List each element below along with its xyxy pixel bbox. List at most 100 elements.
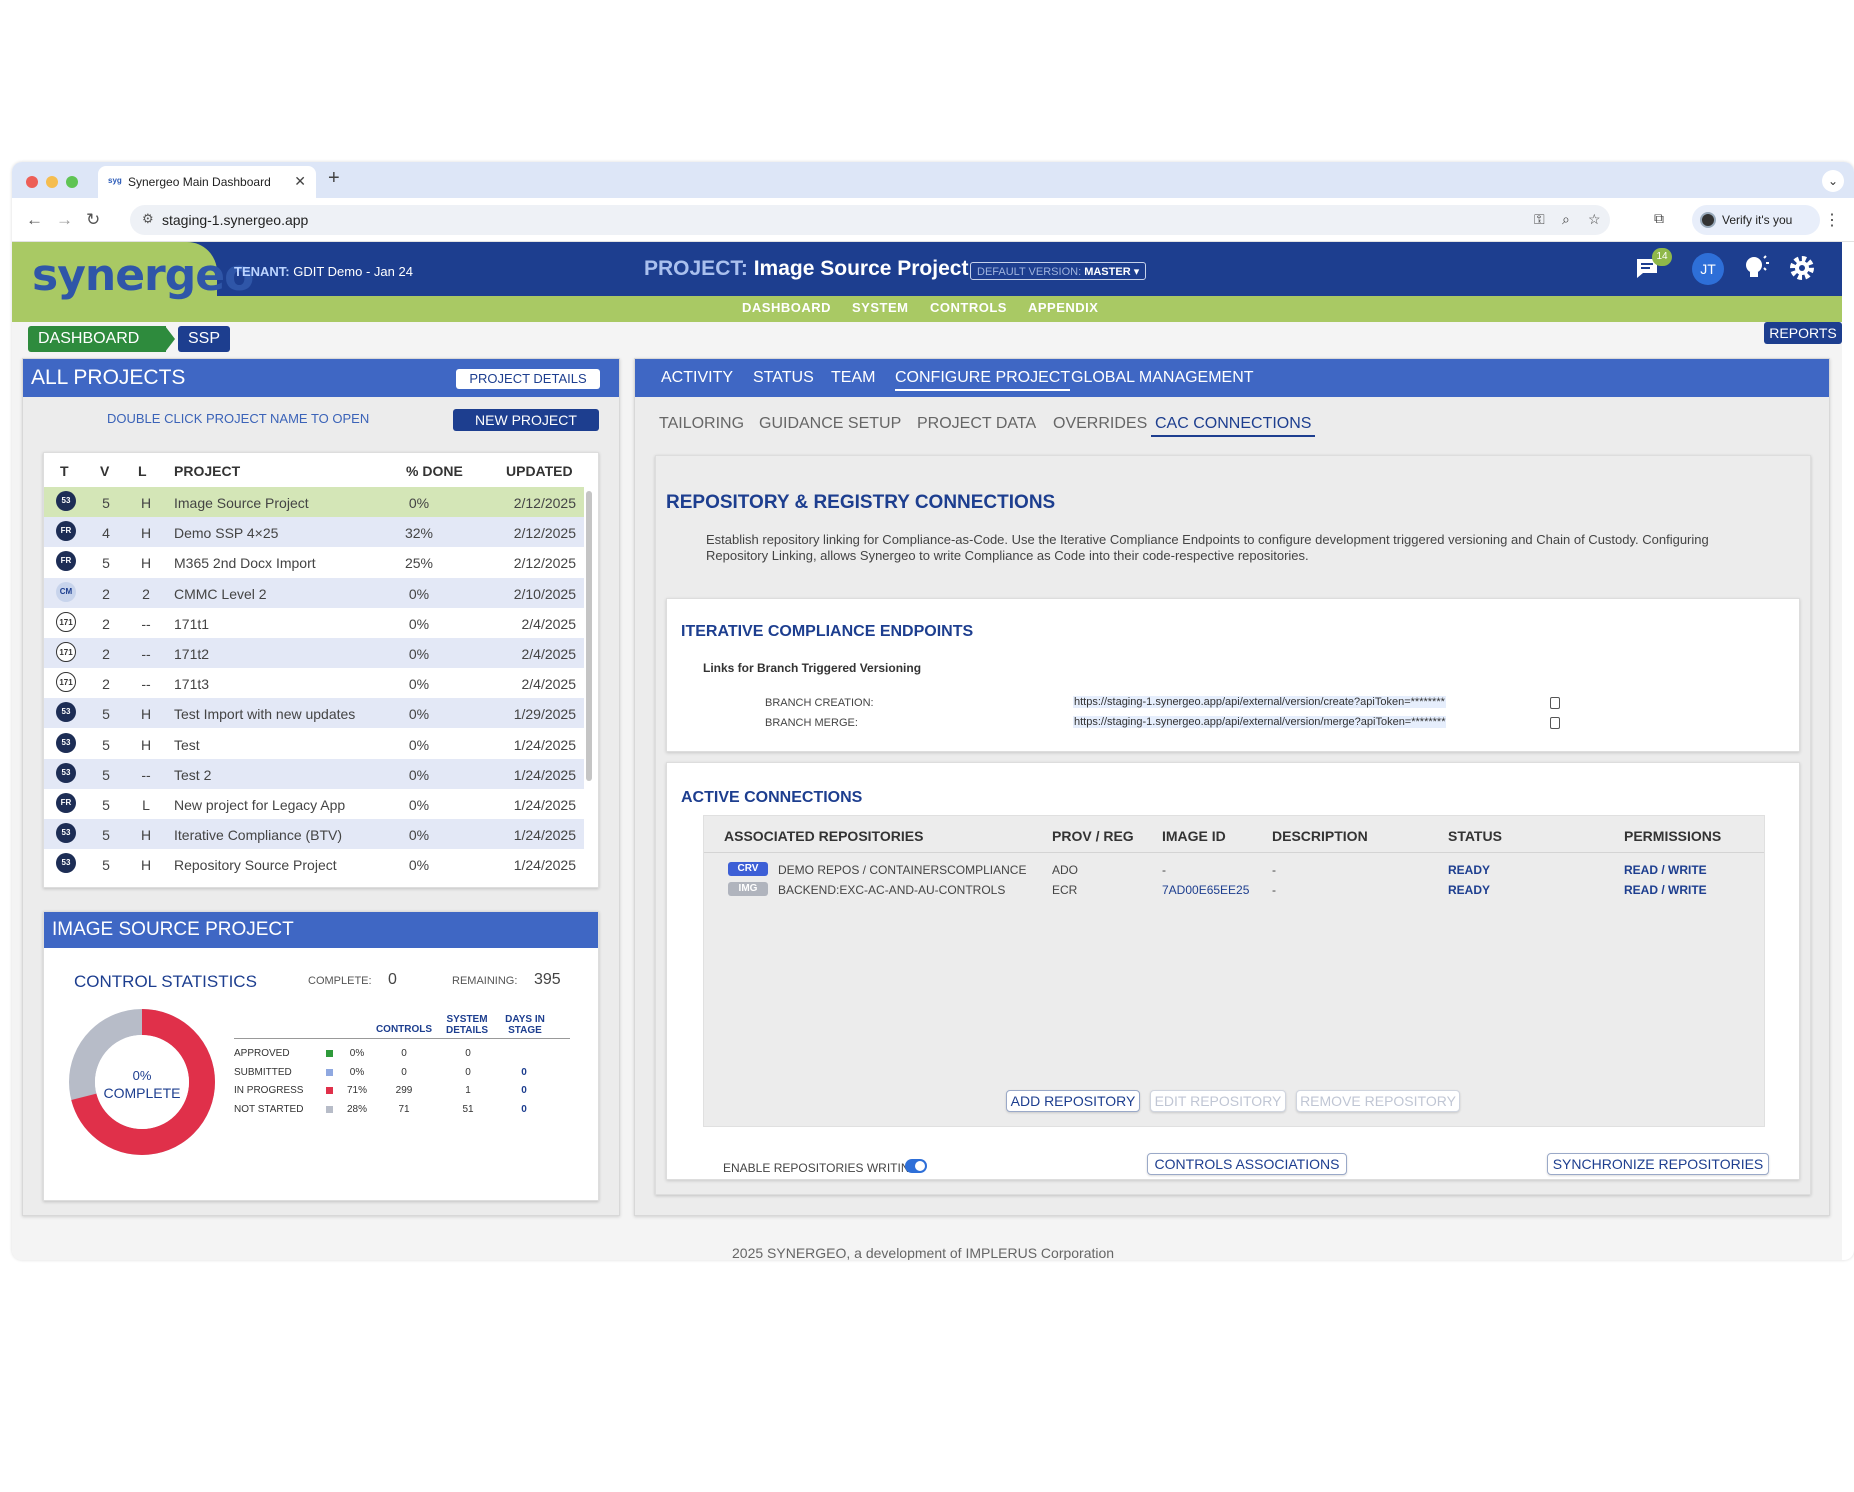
project-row[interactable]: 53 5 -- Test 2 0% 1/24/2025	[44, 758, 584, 789]
col-done[interactable]: % DONE	[406, 463, 463, 479]
synchronize-repositories-button[interactable]: SYNCHRONIZE REPOSITORIES	[1547, 1153, 1769, 1175]
branch-creation-url[interactable]: https://staging-1.synergeo.app/api/exter…	[1073, 696, 1446, 708]
project-row[interactable]: 53 5 H Test 0% 1/24/2025	[44, 728, 584, 759]
breadcrumb-ssp[interactable]: SSP	[178, 326, 230, 352]
forward-icon[interactable]: →	[56, 210, 73, 230]
nav-dashboard[interactable]: DASHBOARD	[742, 300, 831, 315]
profile-verify-button[interactable]: Verify it's you	[1692, 205, 1820, 235]
version-select[interactable]: DEFAULT VERSION: MASTER ▾	[970, 262, 1147, 280]
project-name-cell[interactable]: Demo SSP 4×25	[174, 525, 278, 541]
minimize-window-icon[interactable]	[46, 176, 58, 188]
password-key-icon[interactable]: ⚿	[1534, 211, 1545, 228]
address-bar[interactable]: ⚙ staging-1.synergeo.app ⚿ ⌕ ☆	[130, 205, 1610, 235]
col-project[interactable]: PROJECT	[174, 463, 240, 479]
project-row[interactable]: 171 2 -- 171t3 0% 2/4/2025	[44, 668, 584, 699]
project-name-cell[interactable]: 171t3	[174, 676, 209, 692]
version-cell: 2	[102, 676, 110, 693]
project-row[interactable]: 53 5 H Repository Source Project 0% 1/24/2025	[44, 849, 584, 880]
col-status[interactable]: STATUS	[1448, 828, 1502, 844]
legend-system: 0	[465, 1048, 471, 1059]
project-row[interactable]: 53 5 H Test Import with new updates 0% 1/29/2…	[44, 698, 584, 729]
project-name-cell[interactable]: Test Import with new updates	[174, 706, 355, 722]
project-name-cell[interactable]: CMMC Level 2	[174, 586, 267, 602]
col-v[interactable]: V	[100, 463, 109, 479]
site-info-icon[interactable]: ⚙	[142, 211, 154, 227]
version-cell: 5	[102, 495, 110, 511]
close-tab-icon[interactable]: ✕	[294, 173, 306, 190]
project-name-cell[interactable]: Test	[174, 737, 200, 753]
controls-associations-button[interactable]: CONTROLS ASSOCIATIONS	[1147, 1153, 1347, 1175]
zoom-icon[interactable]: ⌕	[1562, 211, 1570, 228]
nav-appendix[interactable]: APPENDIX	[1028, 300, 1098, 315]
browser-menu-icon[interactable]: ⋮	[1824, 210, 1840, 230]
bookmark-star-icon[interactable]: ☆	[1588, 211, 1601, 228]
col-description[interactable]: DESCRIPTION	[1272, 828, 1368, 844]
project-row[interactable]: CM 2 2 CMMC Level 2 0% 2/10/2025	[44, 577, 584, 608]
settings-gear-icon[interactable]	[1788, 254, 1816, 289]
project-name-cell[interactable]: Test 2	[174, 767, 211, 783]
percent-done-cell: 0%	[408, 706, 430, 723]
breadcrumb-dashboard[interactable]: DASHBOARD	[28, 326, 166, 352]
subtab-overrides[interactable]: OVERRIDES	[1053, 415, 1147, 433]
project-name-cell[interactable]: 171t1	[174, 616, 209, 632]
col-permissions[interactable]: PERMISSIONS	[1624, 828, 1721, 844]
caret-down-icon: ▾	[1133, 266, 1140, 278]
project-row[interactable]: 53 5 H Image Source Project 0% 2/12/2025	[44, 487, 584, 517]
synergeo-logo[interactable]: synergeo	[32, 250, 254, 301]
project-row[interactable]: 171 2 -- 171t1 0% 2/4/2025	[44, 607, 584, 638]
copy-merge-url-icon[interactable]	[1550, 717, 1560, 729]
nav-system[interactable]: SYSTEM	[852, 300, 908, 315]
project-row[interactable]: 171 2 -- 171t2 0% 2/4/2025	[44, 638, 584, 668]
close-window-icon[interactable]	[26, 176, 38, 188]
toggle-knob	[915, 1161, 925, 1171]
project-name-cell[interactable]: M365 2nd Docx Import	[174, 555, 316, 571]
col-t[interactable]: T	[60, 463, 69, 479]
reload-icon[interactable]: ↻	[86, 210, 100, 230]
extensions-icon[interactable]: ⧉	[1654, 210, 1664, 227]
table-scrollbar[interactable]	[586, 491, 592, 781]
remove-repository-button[interactable]: REMOVE REPOSITORY	[1296, 1090, 1460, 1112]
project-row[interactable]: FR 4 H Demo SSP 4×25 32% 2/12/2025	[44, 517, 584, 548]
copy-creation-url-icon[interactable]	[1550, 697, 1560, 709]
back-icon[interactable]: ←	[26, 210, 43, 230]
add-repository-button[interactable]: ADD REPOSITORY	[1006, 1090, 1140, 1112]
tab-configure-project[interactable]: CONFIGURE PROJECT	[895, 369, 1071, 391]
framework-icon: 53	[56, 853, 76, 874]
url-text: staging-1.synergeo.app	[162, 212, 309, 228]
col-prov-reg[interactable]: PROV / REG	[1052, 828, 1134, 844]
project-row[interactable]: FR 5 L New project for Legacy App 0% 1/24/202…	[44, 789, 584, 819]
project-details-button[interactable]: PROJECT DETAILS	[456, 369, 600, 389]
tab-search-icon[interactable]: ⌄	[1822, 170, 1844, 192]
lightbulb-icon[interactable]	[1742, 254, 1770, 289]
project-name-cell[interactable]: Image Source Project	[174, 495, 309, 511]
subtab-guidance-setup[interactable]: GUIDANCE SETUP	[759, 415, 901, 433]
project-name-cell[interactable]: Iterative Compliance (BTV)	[174, 827, 342, 843]
project-name-cell[interactable]: Repository Source Project	[174, 857, 337, 873]
branch-merge-url[interactable]: https://staging-1.synergeo.app/api/exter…	[1073, 716, 1447, 728]
tab-status[interactable]: STATUS	[753, 369, 814, 387]
tab-team[interactable]: TEAM	[831, 369, 875, 387]
user-avatar[interactable]: JT	[1692, 253, 1724, 285]
project-row[interactable]: 53 5 H Iterative Compliance (BTV) 0% 1/24/202…	[44, 819, 584, 850]
subtab-tailoring[interactable]: TAILORING	[659, 415, 744, 433]
col-updated[interactable]: UPDATED	[506, 463, 573, 479]
col-image-id[interactable]: IMAGE ID	[1162, 828, 1226, 844]
project-name-cell[interactable]: 171t2	[174, 646, 209, 662]
maximize-window-icon[interactable]	[66, 176, 78, 188]
col-associated-repos[interactable]: ASSOCIATED REPOSITORIES	[724, 828, 923, 844]
new-project-button[interactable]: NEW PROJECT	[453, 409, 599, 431]
enable-writing-toggle[interactable]	[905, 1159, 927, 1173]
browser-tab[interactable]: syg Synergeo Main Dashboard ✕	[98, 166, 316, 198]
tab-global-management[interactable]: GLOBAL MANAGEMENT	[1071, 369, 1254, 387]
nav-controls[interactable]: CONTROLS	[930, 300, 1007, 315]
subtab-cac-connections[interactable]: CAC CONNECTIONS	[1151, 415, 1316, 437]
col-l[interactable]: L	[138, 463, 147, 479]
subtab-project-data[interactable]: PROJECT DATA	[917, 415, 1036, 433]
remaining-value: 395	[534, 971, 561, 988]
project-name-cell[interactable]: New project for Legacy App	[174, 797, 345, 813]
edit-repository-button[interactable]: EDIT REPOSITORY	[1150, 1090, 1286, 1112]
tab-activity[interactable]: ACTIVITY	[661, 369, 733, 387]
new-tab-icon[interactable]: +	[328, 167, 340, 190]
reports-button[interactable]: REPORTS	[1764, 322, 1842, 344]
project-row[interactable]: FR 5 H M365 2nd Docx Import 25% 2/12/2025	[44, 547, 584, 578]
